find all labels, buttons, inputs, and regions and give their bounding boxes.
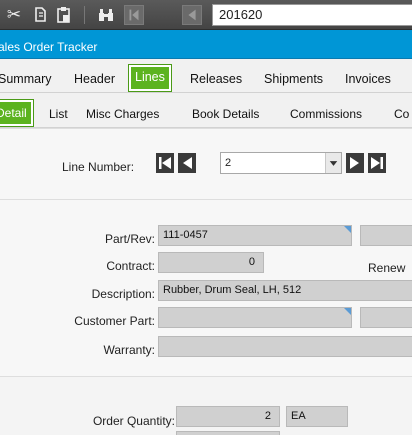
line-number-input[interactable]: 2 [220, 152, 342, 174]
renew-label: Renew [368, 261, 406, 275]
quantity-field-row2[interactable] [176, 431, 280, 435]
copy-icon[interactable] [30, 5, 50, 25]
part-rev-field[interactable]: 111-0457 [158, 225, 352, 246]
toolbar: ✂ 201620 [0, 0, 412, 30]
line-number-value: 2 [225, 157, 232, 169]
contract-field[interactable]: 0 [158, 252, 264, 273]
tab-list[interactable]: List [49, 106, 68, 122]
last-record-icon [371, 157, 383, 169]
previous-record-icon[interactable] [182, 5, 202, 25]
customer-part-rev-field[interactable] [360, 307, 412, 328]
tab-summary[interactable]: Summary [0, 69, 51, 89]
tab-detail[interactable]: Detail [0, 99, 34, 127]
description-label: Description: [91, 287, 155, 301]
part-rev-label: Part/Rev: [104, 232, 155, 246]
tab-lines[interactable]: Lines [128, 64, 172, 92]
quantity-panel: Order Quantity: 2 EA [0, 376, 412, 435]
previous-record-icon [183, 157, 192, 169]
description-field[interactable]: Rubber, Drum Seal, LH, 512 [158, 280, 412, 301]
next-line-button[interactable] [346, 153, 364, 173]
warranty-field[interactable] [158, 336, 412, 357]
tab-shipments[interactable]: Shipments [264, 69, 323, 89]
dropdown-arrow-icon[interactable] [325, 153, 341, 173]
cut-icon[interactable]: ✂ [4, 5, 24, 25]
toolbar-separator [84, 6, 85, 24]
order-quantity-field[interactable]: 2 [176, 406, 280, 427]
tab-header[interactable]: Header [74, 69, 115, 89]
customer-part-field[interactable] [158, 307, 352, 328]
customer-part-label: Customer Part: [74, 314, 155, 328]
part-details-panel: Part/Rev: 111-0457 Contract: 0 Renew Des… [0, 199, 412, 376]
first-record-icon [159, 157, 171, 169]
next-record-icon [350, 157, 359, 169]
tab-misc-charges[interactable]: Misc Charges [86, 106, 159, 122]
tab-commissions[interactable]: Commissions [290, 106, 362, 122]
warranty-label: Warranty: [103, 343, 155, 357]
window-title: ales Order Tracker [0, 40, 98, 54]
binoculars-icon[interactable] [96, 5, 116, 25]
contract-label: Contract: [106, 259, 155, 273]
tab-releases[interactable]: Releases [190, 69, 242, 89]
main-tab-row: Summary Header Lines Releases Shipments … [0, 59, 412, 93]
first-record-icon[interactable] [124, 5, 144, 25]
paste-icon[interactable] [54, 5, 74, 25]
tab-co[interactable]: Co [394, 106, 409, 122]
revision-field[interactable] [360, 225, 412, 246]
unit-of-measure-field[interactable]: EA [286, 406, 348, 427]
tab-invoices[interactable]: Invoices [345, 69, 391, 89]
sub-tab-row: Detail List Misc Charges Book Details Co… [0, 93, 412, 128]
line-navigator-panel: Line Number: 2 [0, 128, 412, 199]
first-line-button[interactable] [156, 153, 174, 173]
line-number-label: Line Number: [62, 160, 135, 174]
tab-book-details[interactable]: Book Details [192, 106, 259, 122]
window-title-bar: ales Order Tracker [0, 30, 412, 59]
previous-line-button[interactable] [178, 153, 196, 173]
order-number-input[interactable]: 201620 [212, 4, 412, 26]
last-line-button[interactable] [368, 153, 386, 173]
order-quantity-label: Order Quantity: [92, 414, 175, 428]
